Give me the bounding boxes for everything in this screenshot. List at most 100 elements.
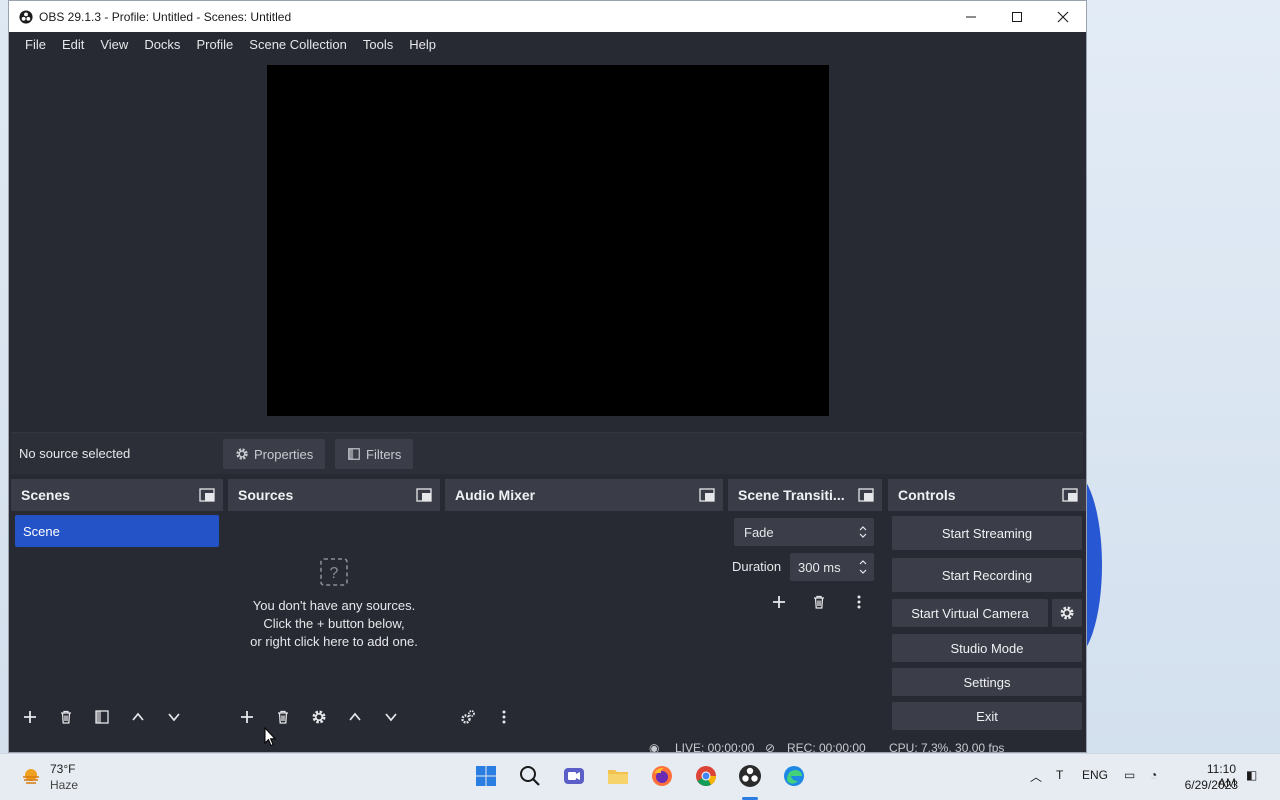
weather-condition[interactable]: Haze: [50, 778, 78, 792]
scene-filters-button[interactable]: [87, 702, 117, 732]
close-button[interactable]: [1040, 1, 1086, 32]
spin-arrows-icon[interactable]: [858, 557, 868, 577]
title-bar[interactable]: OBS 29.1.3 - Profile: Untitled - Scenes:…: [9, 1, 1086, 32]
desktop-background: [1087, 0, 1280, 753]
undock-icon[interactable]: [858, 488, 874, 502]
close-icon: [1057, 11, 1069, 22]
duration-value: 300 ms: [798, 559, 841, 575]
teams-tray-icon[interactable]: T: [1056, 768, 1063, 782]
chrome-button[interactable]: [692, 762, 720, 790]
clock-date[interactable]: 6/29/2023: [1176, 778, 1238, 792]
move-source-down-button[interactable]: [376, 702, 406, 732]
rec-indicator-icon: ⊘: [765, 741, 776, 753]
plus-icon: [241, 711, 253, 723]
plus-icon: [773, 596, 785, 608]
scene-transitions-body: Fade Duration 300 ms: [728, 511, 882, 735]
menu-file[interactable]: File: [17, 32, 54, 58]
firefox-button[interactable]: [648, 762, 676, 790]
move-scene-up-button[interactable]: [123, 702, 153, 732]
properties-button[interactable]: Properties: [223, 439, 326, 469]
exit-button[interactable]: Exit: [892, 702, 1082, 730]
source-context-bar: No source selected Properties Filters: [11, 432, 1083, 474]
add-transition-button[interactable]: [764, 587, 794, 617]
menu-scene-collection[interactable]: Scene Collection: [241, 32, 355, 58]
sources-dock: Sources ? You don't have any sources. Cl…: [228, 479, 440, 735]
cpu-status: CPU: 7.3%, 30.00 fps: [889, 741, 1005, 753]
remove-transition-button[interactable]: [804, 587, 834, 617]
audio-mixer-dock-header: Audio Mixer: [445, 479, 723, 511]
undock-icon[interactable]: [416, 488, 432, 502]
minimize-button[interactable]: [948, 1, 994, 32]
filters-button[interactable]: Filters: [335, 439, 414, 469]
studio-mode-button[interactable]: Studio Mode: [892, 634, 1082, 662]
scene-transitions-dock: Scene Transiti... Fade Duration 300 ms: [728, 479, 882, 735]
obs-icon: [739, 765, 761, 787]
volume-icon[interactable]: ◔: [1150, 768, 1157, 782]
trash-icon: [278, 710, 288, 724]
scenes-dock-header: Scenes: [11, 479, 223, 511]
live-status: LIVE: 00:00:00: [675, 741, 755, 753]
preview-canvas[interactable]: [267, 65, 829, 416]
add-source-button[interactable]: [232, 702, 262, 732]
search-icon: [520, 766, 540, 786]
edge-button[interactable]: [780, 762, 808, 790]
start-button[interactable]: [472, 762, 500, 790]
trash-icon: [61, 710, 71, 724]
weather-haze-icon[interactable]: [20, 765, 42, 787]
menu-help[interactable]: Help: [401, 32, 444, 58]
transition-select[interactable]: Fade: [734, 518, 874, 546]
search-button[interactable]: [516, 762, 544, 790]
undock-icon[interactable]: [199, 488, 215, 502]
maximize-button[interactable]: [994, 1, 1040, 32]
gear-icon: [236, 448, 248, 460]
virtual-camera-settings-button[interactable]: [1052, 599, 1082, 627]
notification-icon[interactable]: ◧: [1246, 768, 1257, 782]
svg-text:?: ?: [330, 565, 339, 582]
settings-button[interactable]: Settings: [892, 668, 1082, 696]
remove-scene-button[interactable]: [51, 702, 81, 732]
filters-label: Filters: [366, 446, 402, 462]
add-scene-button[interactable]: [15, 702, 45, 732]
language-indicator[interactable]: ENG: [1082, 768, 1108, 782]
scene-list-item[interactable]: Scene: [15, 515, 219, 547]
menu-edit[interactable]: Edit: [54, 32, 92, 58]
scenes-toolbar: [11, 699, 223, 735]
teams-chat-button[interactable]: [560, 762, 588, 790]
empty-sources-line-2: Click the + button below,: [263, 616, 405, 631]
controls-title: Controls: [898, 487, 956, 503]
menu-docks[interactable]: Docks: [136, 32, 188, 58]
undock-icon[interactable]: [699, 488, 715, 502]
empty-sources-message: ? You don't have any sources. Click the …: [228, 557, 440, 651]
status-bar: ◉ LIVE: 00:00:00 ⊘ REC: 00:00:00 CPU: 7.…: [9, 739, 1086, 753]
sources-list[interactable]: ? You don't have any sources. Click the …: [228, 511, 440, 735]
move-source-up-button[interactable]: [340, 702, 370, 732]
audio-menu-button[interactable]: [489, 702, 519, 732]
properties-label: Properties: [254, 446, 314, 462]
show-hidden-icons-button[interactable]: ︿: [1030, 768, 1042, 785]
advanced-audio-button[interactable]: [453, 702, 483, 732]
menu-profile[interactable]: Profile: [188, 32, 241, 58]
start-recording-button[interactable]: Start Recording: [892, 558, 1082, 592]
start-virtual-camera-button[interactable]: Start Virtual Camera: [892, 599, 1048, 627]
obs-taskbar-button[interactable]: [736, 762, 764, 790]
menu-view[interactable]: View: [92, 32, 136, 58]
chevron-up-icon: [132, 712, 144, 721]
no-source-label: No source selected: [19, 446, 131, 461]
transition-menu-button[interactable]: [844, 587, 874, 617]
undock-icon[interactable]: [1062, 488, 1078, 502]
menu-tools[interactable]: Tools: [355, 32, 401, 58]
start-streaming-button[interactable]: Start Streaming: [892, 516, 1082, 550]
network-icon[interactable]: ▭: [1124, 768, 1135, 782]
controls-dock-header: Controls: [888, 479, 1086, 511]
scenes-list: Scene: [11, 511, 223, 735]
move-scene-down-button[interactable]: [159, 702, 189, 732]
window-title: OBS 29.1.3 - Profile: Untitled - Scenes:…: [39, 9, 292, 24]
question-icon: ?: [320, 558, 348, 586]
transition-toolbar: [764, 587, 874, 617]
source-properties-button[interactable]: [304, 702, 334, 732]
windows-icon: [476, 766, 496, 786]
file-explorer-button[interactable]: [604, 762, 632, 790]
preview-area: [9, 58, 1086, 430]
duration-spinbox[interactable]: 300 ms: [790, 553, 874, 581]
weather-temperature[interactable]: 73°F: [50, 762, 75, 776]
